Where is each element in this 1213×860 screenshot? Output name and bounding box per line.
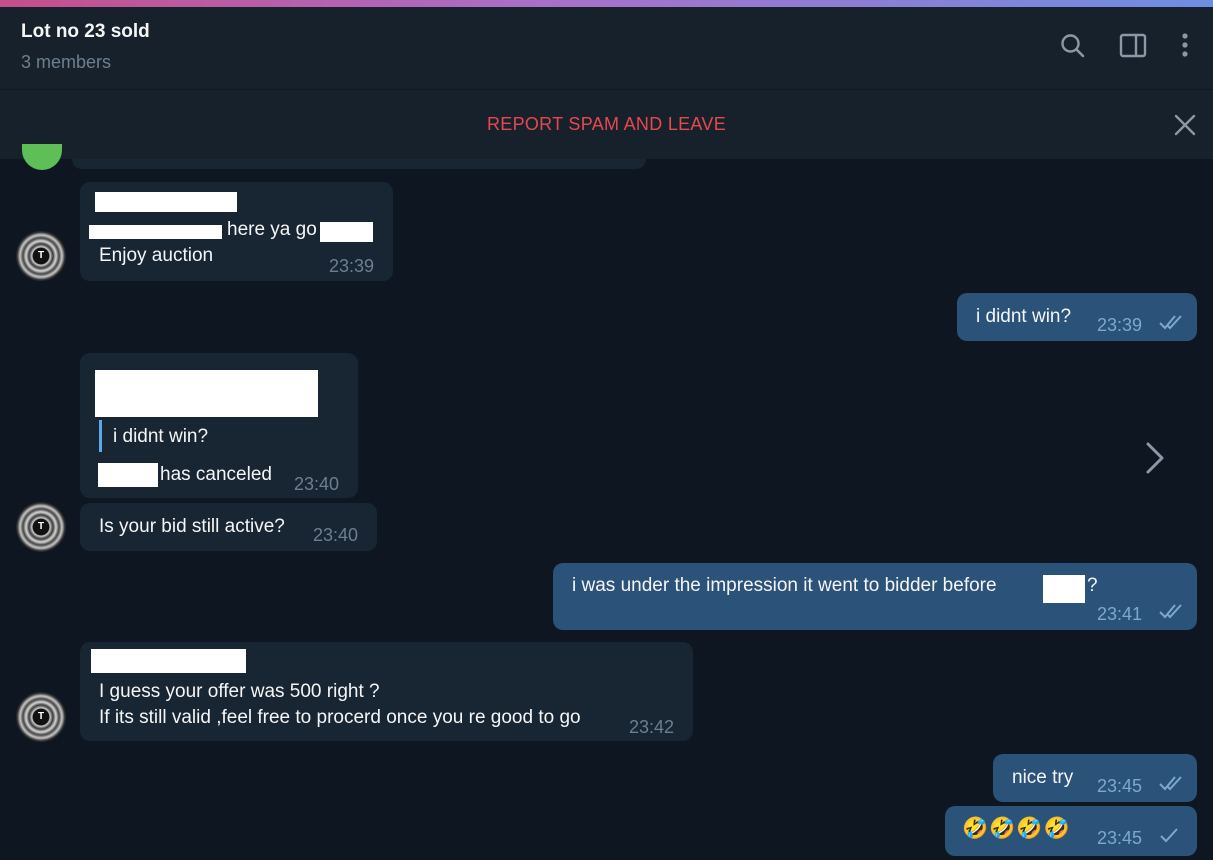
message-text: Enjoy auction	[99, 245, 214, 266]
redaction	[98, 463, 158, 487]
message-bubble-incoming[interactable]: i didnt win? has canceled 23:40	[80, 353, 358, 498]
redaction	[91, 649, 246, 673]
chat-header[interactable]: Lot no 23 sold 3 members	[0, 7, 1213, 89]
message-text: i didnt win?	[976, 306, 1072, 327]
message-time: 23:40	[294, 474, 340, 494]
search-icon[interactable]	[1058, 31, 1088, 61]
reply-quote-bar	[99, 420, 102, 452]
avatar[interactable]: T	[16, 502, 66, 552]
chevron-right-icon[interactable]	[1140, 440, 1170, 476]
message-bubble-incoming[interactable]: Is your bid still active? 23:40	[80, 503, 377, 551]
message-time: 23:40	[313, 525, 359, 545]
check-icon	[1160, 828, 1178, 843]
avatar[interactable]: T	[16, 692, 66, 742]
message-time: 23:45	[1097, 828, 1143, 848]
redaction	[95, 192, 237, 212]
member-count[interactable]: 3 members	[21, 52, 111, 73]
message-text: If its still valid ,feel free to procerd…	[99, 707, 581, 728]
message-time: 23:39	[329, 256, 375, 276]
message-text: here ya go	[227, 219, 317, 240]
more-vertical-icon[interactable]	[1170, 31, 1200, 61]
message-bubble-outgoing[interactable]: 🤣🤣🤣🤣 23:45	[945, 806, 1197, 856]
message-text: I guess your offer was 500 right ?	[99, 681, 380, 702]
message-bubble-outgoing[interactable]: nice try 23:45	[993, 754, 1197, 802]
window-accent-bar	[0, 0, 1213, 7]
double-check-icon	[1159, 604, 1182, 619]
message-time: 23:39	[1097, 315, 1143, 335]
message-text: has canceled	[160, 464, 272, 485]
message-text: ?	[1087, 575, 1098, 596]
close-icon[interactable]	[1172, 112, 1198, 138]
message-emoji: 🤣🤣🤣🤣	[962, 817, 1071, 840]
avatar[interactable]	[22, 144, 62, 170]
message-bubble-incoming[interactable]: here ya go Enjoy auction 23:39	[80, 182, 393, 281]
message-time: 23:42	[629, 717, 675, 737]
message-time: 23:45	[1097, 776, 1143, 796]
message-text: i was under the impression it went to bi…	[572, 575, 997, 596]
double-check-icon	[1159, 315, 1182, 330]
message-text: Is your bid still active?	[99, 516, 285, 537]
avatar[interactable]: T	[16, 231, 66, 281]
redaction	[89, 225, 222, 239]
message-text: nice try	[1012, 767, 1074, 788]
message-bubble-outgoing[interactable]: i was under the impression it went to bi…	[553, 563, 1197, 630]
message-bubble-incoming[interactable]: I guess your offer was 500 right ? If it…	[80, 642, 693, 741]
message-bubble-outgoing[interactable]: i didnt win? 23:39	[957, 293, 1197, 341]
report-spam-bar: REPORT SPAM AND LEAVE	[0, 89, 1213, 159]
chat-title[interactable]: Lot no 23 sold	[21, 21, 150, 43]
redaction	[320, 222, 373, 242]
message-time: 23:41	[1097, 604, 1143, 624]
double-check-icon	[1159, 776, 1182, 791]
report-spam-button[interactable]: REPORT SPAM AND LEAVE	[0, 114, 1213, 135]
sidebar-toggle-icon[interactable]	[1118, 31, 1148, 61]
redaction	[1043, 575, 1085, 603]
reply-quote-text[interactable]: i didnt win?	[113, 424, 208, 450]
redaction	[95, 370, 318, 417]
message-bubble-partial[interactable]	[72, 159, 646, 169]
